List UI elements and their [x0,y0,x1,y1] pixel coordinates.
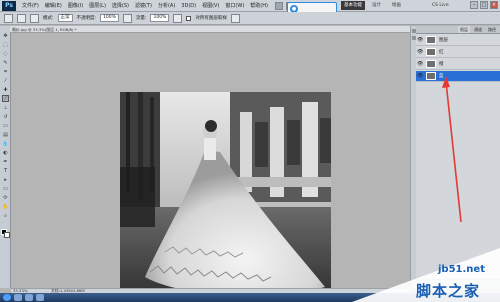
bridge-icon[interactable] [274,1,283,10]
layer-name: 图层 [439,38,448,43]
menu-filter[interactable]: 滤镜(T) [132,0,155,12]
layer-row[interactable]: 👁 橙 [416,59,500,70]
workspace-paint-link[interactable]: 绘画 [392,1,401,10]
history-panel-icon[interactable] [411,29,416,33]
cs-live-button[interactable]: CS Live [432,1,458,10]
gradient-tool-icon[interactable]: ▤ [2,131,9,138]
explorer-icon[interactable] [14,294,22,301]
tab-layers[interactable]: 图层 [458,26,470,33]
pen-tool-icon[interactable]: ✒ [2,158,9,165]
wedding-photo[interactable] [120,92,331,302]
brush-preset-icon[interactable] [17,13,26,23]
menu-file[interactable]: 文件(F) [19,0,42,12]
photoshop-window: Ps 文件(F) 编辑(E) 图像(I) 图层(L) 选择(S) 滤镜(T) 分… [0,0,500,302]
layer-name: 红 [439,50,444,55]
menu-view[interactable]: 视图(V) [199,0,222,12]
tab-channels[interactable]: 通道 [472,26,484,33]
document-tab[interactable]: 婚纱.jpg @ 33.3%(图层 1, RGB/8) * [10,26,410,33]
canvas-area[interactable] [11,33,410,302]
flow-input[interactable]: 100% [150,14,170,22]
layer-thumbnail [426,72,436,80]
workspace-design-link[interactable]: 设计 [372,1,381,10]
menu-image[interactable]: 图像(I) [65,0,86,12]
toolbox: ✥ ⬚ ◌ ✎ ⌗ ⁄ ✚ ⁄ ⊥ ↺ ▭ ▤ 💧 ◐ ✒ T ▸ ▭ ⟳ ✋ … [0,26,11,288]
menu-edit[interactable]: 编辑(E) [42,0,65,12]
layer-row-selected[interactable]: 👁 蓝 [416,71,500,82]
crop-tool-icon[interactable]: ⌗ [2,68,9,75]
photoshop-logo: Ps [2,0,16,11]
options-bar: 模式: 正常 不透明度: 100% 流量: 100% 对所有图层取样 [0,12,500,25]
maximize-button[interactable]: □ [480,1,488,9]
lasso-tool-icon[interactable]: ◌ [2,50,9,57]
mode-select[interactable]: 正常 [57,14,73,22]
tab-paths[interactable]: 路径 [486,26,498,33]
flow-label: 流量: [135,16,147,21]
3d-rotate-tool-icon[interactable]: ⟳ [2,194,9,201]
watermark-brand: 脚本之家 [416,282,481,300]
menu-bar: Ps 文件(F) 编辑(E) 图像(I) 图层(L) 选择(S) 滤镜(T) 分… [0,0,500,12]
opacity-input[interactable]: 100% [100,14,119,22]
menu-help[interactable]: 帮助(H) [247,0,271,12]
mode-label: 模式: [43,16,54,21]
workspace-basic-button[interactable]: 基本功能 [341,1,365,10]
clone-stamp-tool-icon[interactable]: ⊥ [2,104,9,111]
path-select-tool-icon[interactable]: ▸ [2,176,9,183]
menu-3d[interactable]: 3D(D) [178,0,199,12]
tool-preset-icon[interactable] [4,13,13,23]
menu-layer[interactable]: 图层(L) [86,0,109,12]
sample-all-layers-checkbox[interactable] [186,15,192,21]
window-controls: – □ × [470,1,498,9]
minimize-button[interactable]: – [470,1,478,9]
quick-select-tool-icon[interactable]: ✎ [2,59,9,66]
layer-row[interactable]: 👁 红 [416,47,500,58]
visibility-eye-icon[interactable]: 👁 [417,49,423,55]
brush-panel-icon[interactable] [30,13,39,23]
actions-panel-icon[interactable] [411,36,416,40]
layer-thumbnail [426,60,436,68]
pressure-size-icon[interactable] [230,13,240,23]
visibility-eye-icon[interactable]: 👁 [417,61,423,67]
brush-tool-icon[interactable]: ⁄ [2,95,9,102]
hand-tool-icon[interactable]: ✋ [2,203,9,210]
layer-name: 蓝 [439,74,444,79]
menu-select[interactable]: 选择(S) [109,0,132,12]
eraser-tool-icon[interactable]: ▭ [2,122,9,129]
browser-icon[interactable] [25,294,33,301]
menu-analysis[interactable]: 分析(A) [155,0,178,12]
zoom-tool-icon[interactable]: ⌕ [2,212,9,219]
layer-thumbnail [426,36,436,44]
menu-window[interactable]: 窗口(W) [222,0,247,12]
airbrush-icon[interactable] [173,13,183,23]
marquee-tool-icon[interactable]: ⬚ [2,41,9,48]
blur-tool-icon[interactable]: 💧 [2,140,9,147]
layer-row[interactable]: 👁 图层 [416,35,500,46]
layer-thumbnail [426,48,436,56]
history-brush-tool-icon[interactable]: ↺ [2,113,9,120]
move-tool-icon[interactable]: ✥ [2,32,9,39]
opacity-label: 不透明度: [76,16,97,21]
shape-tool-icon[interactable]: ▭ [2,185,9,192]
document-tab-label: 婚纱.jpg @ 33.3%(图层 1, RGB/8) * [12,27,77,32]
close-button[interactable]: × [490,1,498,9]
watermark-site: jb51.net [438,264,485,275]
eyedropper-tool-icon[interactable]: ⁄ [2,77,9,84]
layers-panel-tabs: 图层 通道 路径 [416,26,500,34]
layers-panel: 图层 通道 路径 👁 图层 👁 红 👁 橙 👁 蓝 [416,26,500,288]
visibility-eye-icon[interactable]: 👁 [417,73,423,79]
layer-name: 橙 [439,62,444,67]
pressure-opacity-icon[interactable] [122,13,132,23]
sample-all-layers-label: 对所有图层取样 [195,16,227,21]
type-tool-icon[interactable]: T [2,167,9,174]
visibility-eye-icon[interactable]: 👁 [417,37,423,43]
background-color-swatch[interactable] [4,232,10,238]
start-orb-icon[interactable] [3,294,11,301]
healing-brush-tool-icon[interactable]: ✚ [2,86,9,93]
photoshop-task-icon[interactable] [36,294,44,301]
dodge-tool-icon[interactable]: ◐ [2,149,9,156]
